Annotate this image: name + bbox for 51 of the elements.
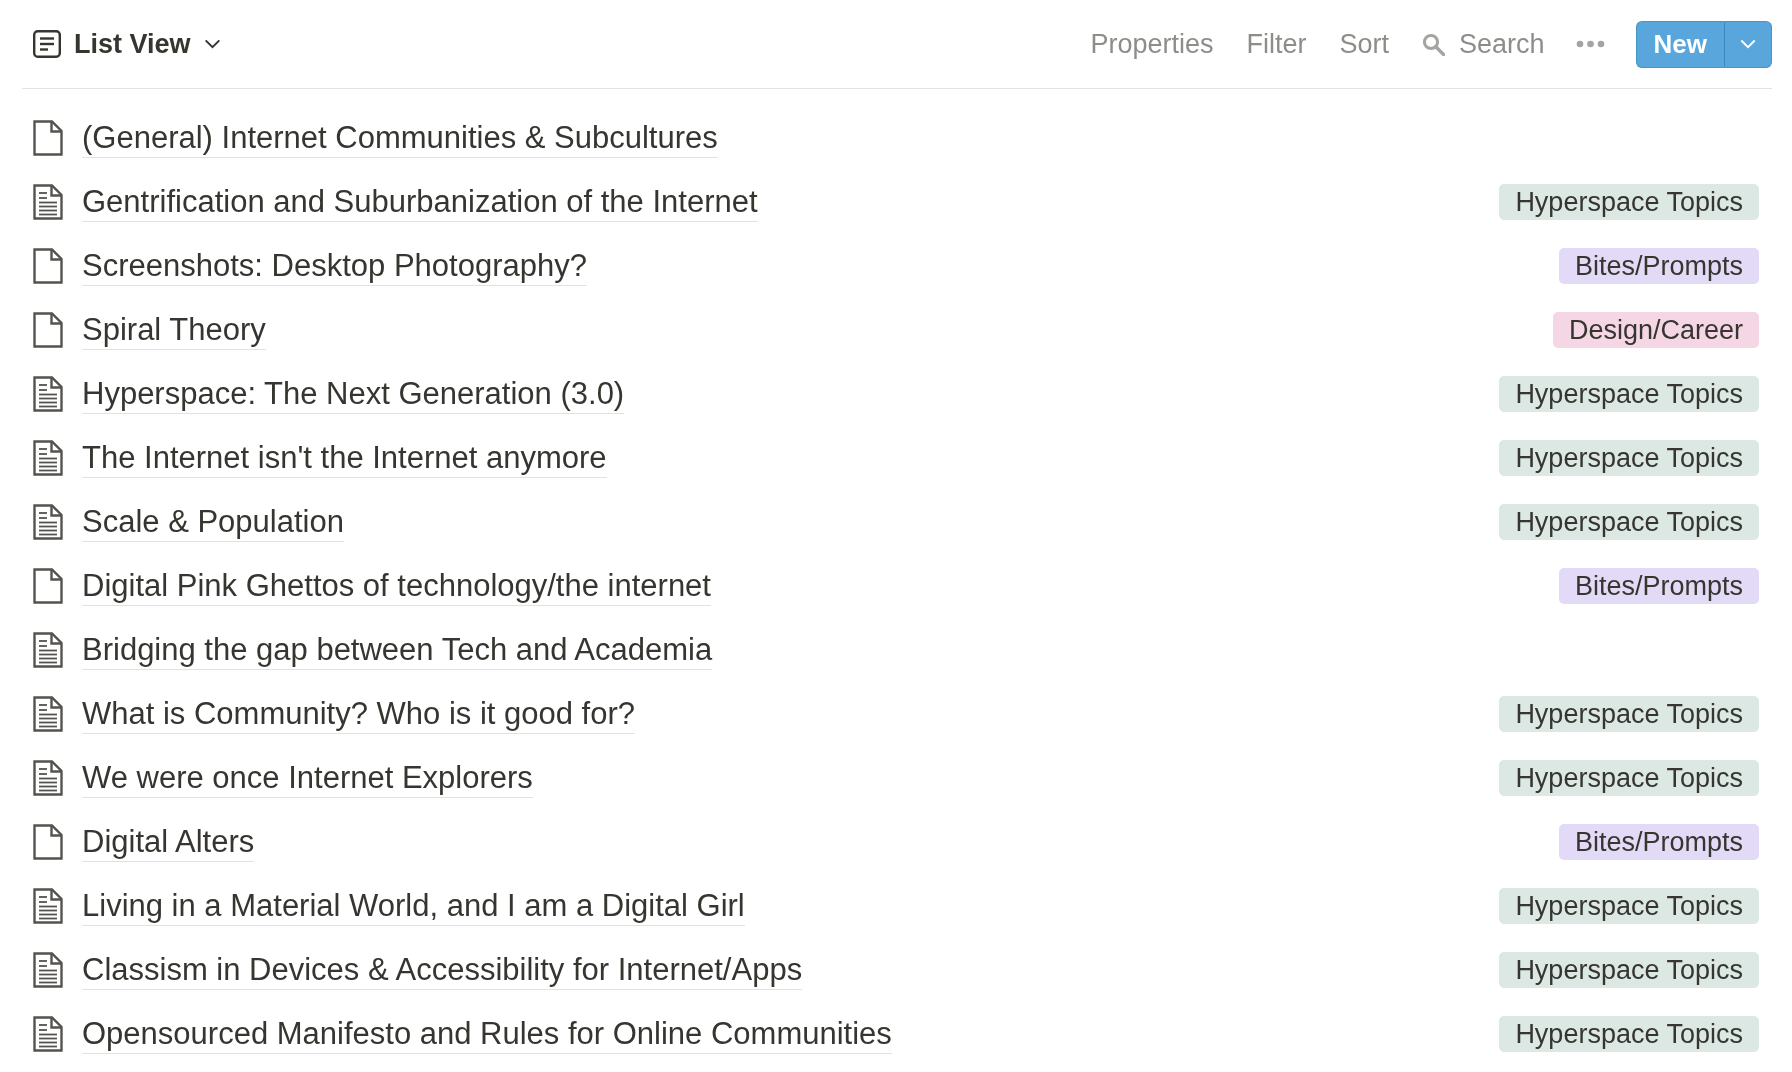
page-title-link[interactable]: Bridging the gap between Tech and Academia [82, 630, 713, 670]
category-tag: Hyperspace Topics [1499, 184, 1759, 220]
page-title-link[interactable]: Classism in Devices & Accessibility for Internet/Apps [82, 950, 803, 990]
page-title-link[interactable]: Living in a Material World, and I am a Digital Girl [82, 886, 745, 926]
category-tag: Design/Career [1552, 312, 1759, 348]
search-icon [1421, 32, 1445, 56]
text-page-icon [33, 184, 63, 220]
page-title-link[interactable]: What is Community? Who is it good for? [82, 694, 636, 734]
new-dropdown-button[interactable] [1725, 20, 1772, 68]
more-icon [1575, 40, 1605, 48]
category-tag: Hyperspace Topics [1499, 504, 1759, 540]
blank-page-icon [33, 824, 63, 860]
page-title-link[interactable]: Scale & Population [82, 502, 344, 542]
category-tag: Bites/Prompts [1558, 568, 1759, 604]
page-title-link[interactable]: The Internet isn't the Internet anymore [82, 438, 607, 478]
blank-page-icon [33, 568, 63, 604]
text-page-icon [33, 952, 63, 988]
category-tag: Hyperspace Topics [1499, 376, 1759, 412]
more-button[interactable] [1575, 40, 1605, 48]
category-tag: Hyperspace Topics [1499, 696, 1759, 732]
text-page-icon [33, 504, 63, 540]
text-page-icon [33, 1016, 63, 1052]
blank-page-icon [33, 312, 63, 348]
text-page-icon [33, 440, 63, 476]
list-view-icon [33, 30, 61, 58]
category-tag: Hyperspace Topics [1499, 952, 1759, 988]
text-page-icon [33, 760, 63, 796]
page-title-link[interactable]: Spiral Theory [82, 310, 266, 350]
page-title-link[interactable]: Screenshots: Desktop Photography? [82, 246, 587, 286]
category-tag: Bites/Prompts [1558, 824, 1759, 860]
page-title-link[interactable]: We were once Internet Explorers [82, 758, 533, 798]
text-page-icon [33, 376, 63, 412]
page-title-link[interactable]: (General) Internet Communities & Subcultures [82, 118, 718, 158]
view-selector[interactable]: List View [33, 28, 221, 60]
chevron-down-icon [203, 39, 221, 49]
category-tag: Hyperspace Topics [1499, 1016, 1759, 1052]
text-page-icon [33, 632, 63, 668]
category-tag: Bites/Prompts [1558, 248, 1759, 284]
page-title-link[interactable]: Opensourced Manifesto and Rules for Online Communities [82, 1014, 892, 1054]
category-tag: Hyperspace Topics [1499, 440, 1759, 476]
page-title-link[interactable]: Hyperspace: The Next Generation (3.0) [82, 374, 625, 414]
category-tag: Hyperspace Topics [1499, 888, 1759, 924]
page-title-link[interactable]: Digital Alters [82, 822, 255, 862]
chevron-down-icon [1740, 39, 1756, 49]
blank-page-icon [33, 120, 63, 156]
page-title-link[interactable]: Gentrification and Suburbanization of the Internet [82, 182, 758, 222]
text-page-icon [33, 888, 63, 924]
text-page-icon [33, 696, 63, 732]
page-title-link[interactable]: Digital Pink Ghettos of technology/the internet [82, 566, 711, 606]
category-tag: Hyperspace Topics [1499, 760, 1759, 796]
blank-page-icon [33, 248, 63, 284]
